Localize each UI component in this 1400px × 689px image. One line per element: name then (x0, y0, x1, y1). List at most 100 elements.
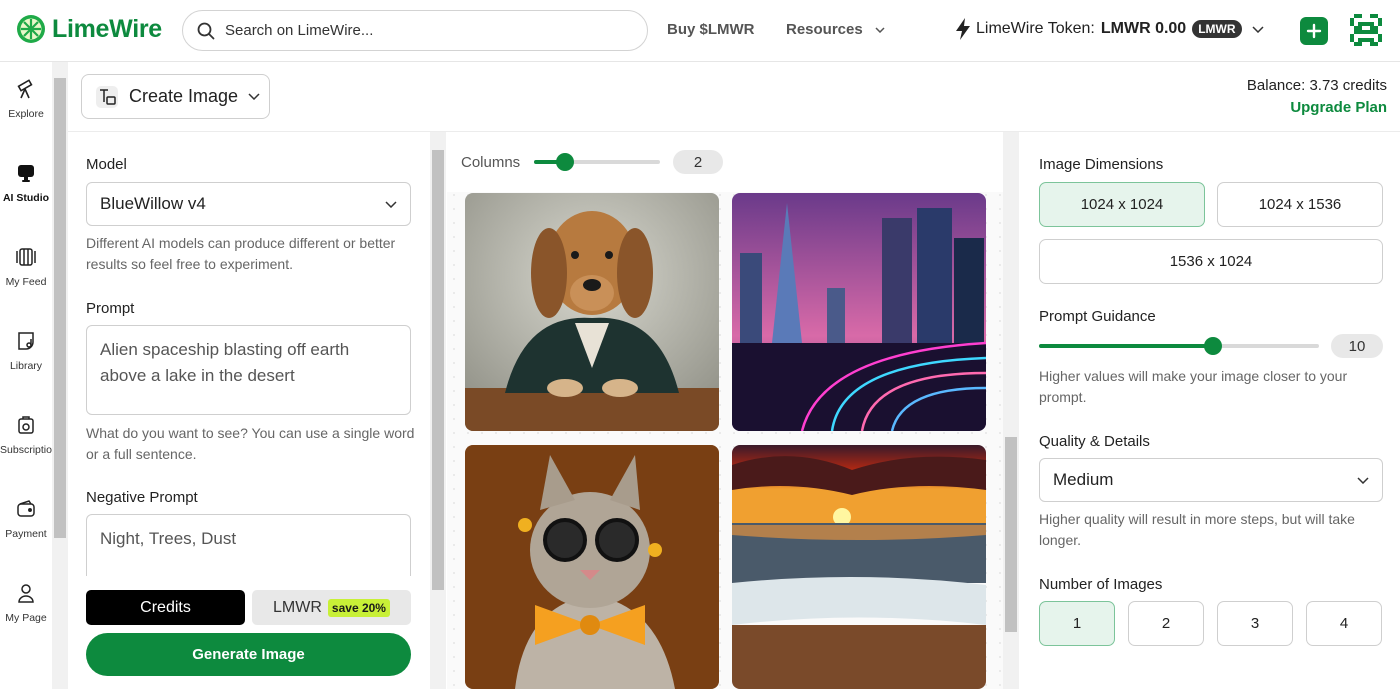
balance-text: Balance: 3.73 credits (1246, 77, 1387, 94)
quality-select[interactable]: Medium (1039, 458, 1383, 502)
columns-label: Columns (461, 154, 521, 171)
city-image (732, 193, 986, 431)
image-gallery: Columns 2 (447, 132, 1003, 689)
mode-dropdown[interactable]: Create Image (81, 74, 270, 119)
guidance-hint: Higher values will make your image close… (1039, 368, 1348, 405)
token-badge: LMWR (1192, 20, 1242, 38)
guidance-slider-fill (1039, 344, 1213, 348)
gallery-image-cat[interactable] (465, 445, 719, 689)
pay-with-credits-button[interactable]: Credits (86, 590, 245, 625)
panel-scrollbar-thumb[interactable] (432, 150, 444, 590)
feed-icon (16, 248, 36, 266)
gallery-scrollbar-thumb[interactable] (1005, 437, 1017, 632)
quality-hint: Higher quality will result in more steps… (1039, 511, 1355, 548)
sidebar-item-label: Library (9, 360, 43, 372)
negative-prompt-textarea[interactable]: Night, Trees, Dust (86, 514, 411, 576)
token-label: LimeWire Token: (976, 20, 1095, 37)
pixel-avatar-icon (1350, 14, 1382, 46)
dimensions-label: Image Dimensions (1039, 156, 1164, 173)
model-value: BlueWillow v4 (100, 194, 206, 213)
dog-image (465, 193, 719, 431)
sidebar-item-my-page[interactable]: My Page (0, 582, 52, 624)
guidance-label: Prompt Guidance (1039, 308, 1156, 325)
image-count-1[interactable]: 1 (1039, 601, 1115, 646)
sidebar-scrollbar-thumb[interactable] (54, 78, 66, 538)
image-count-3[interactable]: 3 (1217, 601, 1293, 646)
gallery-image-dog[interactable] (465, 193, 719, 431)
prompt-label: Prompt (86, 300, 135, 317)
library-icon (18, 332, 34, 350)
search-input[interactable] (225, 22, 625, 39)
save-badge: save 20% (327, 598, 390, 617)
create-button[interactable] (1300, 17, 1328, 45)
model-label: Model (86, 156, 127, 173)
model-hint: Different AI models can produce differen… (86, 235, 396, 272)
number-of-images-label: Number of Images (1039, 576, 1163, 593)
lime-logo-icon (17, 15, 45, 43)
gallery-image-sunset[interactable] (732, 445, 986, 689)
resources-menu[interactable]: Resources (786, 21, 885, 38)
sidebar-item-label: Subscriptio (0, 444, 52, 456)
text-to-image-icon (96, 85, 118, 108)
image-count-2[interactable]: 2 (1128, 601, 1204, 646)
guidance-value: 10 (1331, 334, 1383, 358)
generate-label: Generate Image (192, 646, 305, 663)
brand-name: LimeWire (52, 14, 162, 43)
sidebar-item-subscription[interactable]: Subscriptio (0, 414, 52, 456)
options-panel: Image Dimensions 1024 x 1024 1024 x 1536… (1020, 132, 1400, 689)
sidebar-nav: Explore AI Studio My Feed Library Subscr… (0, 62, 52, 689)
monitor-icon (18, 165, 34, 182)
chevron-down-icon (875, 26, 885, 33)
chevron-down-icon (385, 200, 397, 208)
sidebar-item-payment[interactable]: Payment (0, 498, 52, 540)
model-select[interactable]: BlueWillow v4 (86, 182, 411, 226)
gallery-image-neon-city[interactable] (732, 193, 986, 431)
generate-image-button[interactable]: Generate Image (86, 633, 411, 676)
search-icon (197, 22, 215, 39)
sidebar-item-label: My Page (5, 612, 47, 624)
buy-lmwr-link[interactable]: Buy $LMWR (667, 21, 755, 38)
columns-slider-thumb[interactable] (556, 153, 574, 171)
sidebar-item-explore[interactable]: Explore (0, 78, 52, 120)
pay-credits-label: Credits (140, 598, 191, 616)
upgrade-plan-link[interactable]: Upgrade Plan (1247, 99, 1387, 116)
user-icon (18, 584, 34, 603)
cat-image (465, 445, 719, 689)
logo[interactable]: LimeWire (16, 14, 162, 44)
balance-box: Balance: 3.73 credits Upgrade Plan (1247, 77, 1387, 116)
columns-value: 2 (673, 150, 723, 174)
chevron-down-icon (1357, 476, 1369, 484)
wallet-icon (17, 500, 35, 517)
telescope-icon (17, 79, 33, 99)
dimension-1536x1024[interactable]: 1536 x 1024 (1039, 239, 1383, 284)
sunset-image (732, 445, 986, 689)
sidebar-item-label: My Feed (5, 276, 47, 288)
lightning-icon (956, 18, 970, 40)
sidebar-item-label: Payment (5, 528, 47, 540)
pay-lmwr-label: LMWR (273, 598, 322, 616)
resources-label: Resources (786, 21, 863, 38)
pay-with-lmwr-button[interactable]: LMWR save 20% (252, 590, 411, 625)
columns-control: Columns 2 (447, 132, 1003, 192)
chevron-down-icon (248, 93, 260, 100)
dimension-1024x1536[interactable]: 1024 x 1536 (1217, 182, 1383, 227)
plus-icon (1306, 23, 1322, 39)
sidebar-item-my-feed[interactable]: My Feed (0, 246, 52, 288)
negative-prompt-label: Negative Prompt (86, 489, 198, 506)
mode-label: Create Image (129, 86, 239, 106)
token-dropdown[interactable]: LimeWire Token: LMWR 0.00 LMWR (956, 18, 1264, 40)
settings-panel: Model BlueWillow v4 Different AI models … (68, 132, 430, 689)
subscription-icon (18, 416, 34, 434)
sidebar-item-ai-studio[interactable]: AI Studio (0, 162, 52, 204)
image-count-4[interactable]: 4 (1306, 601, 1382, 646)
prompt-textarea[interactable]: Alien spaceship blasting off earth above… (86, 325, 411, 415)
sidebar-item-label: AI Studio (2, 192, 50, 204)
avatar[interactable] (1350, 14, 1382, 46)
sidebar-item-library[interactable]: Library (0, 330, 52, 372)
quality-label: Quality & Details (1039, 433, 1150, 450)
sidebar-item-label: Explore (8, 108, 44, 120)
dimension-1024x1024[interactable]: 1024 x 1024 (1039, 182, 1205, 227)
search-bar[interactable] (182, 10, 648, 51)
prompt-hint: What do you want to see? You can use a s… (86, 425, 415, 462)
guidance-slider-thumb[interactable] (1204, 337, 1222, 355)
